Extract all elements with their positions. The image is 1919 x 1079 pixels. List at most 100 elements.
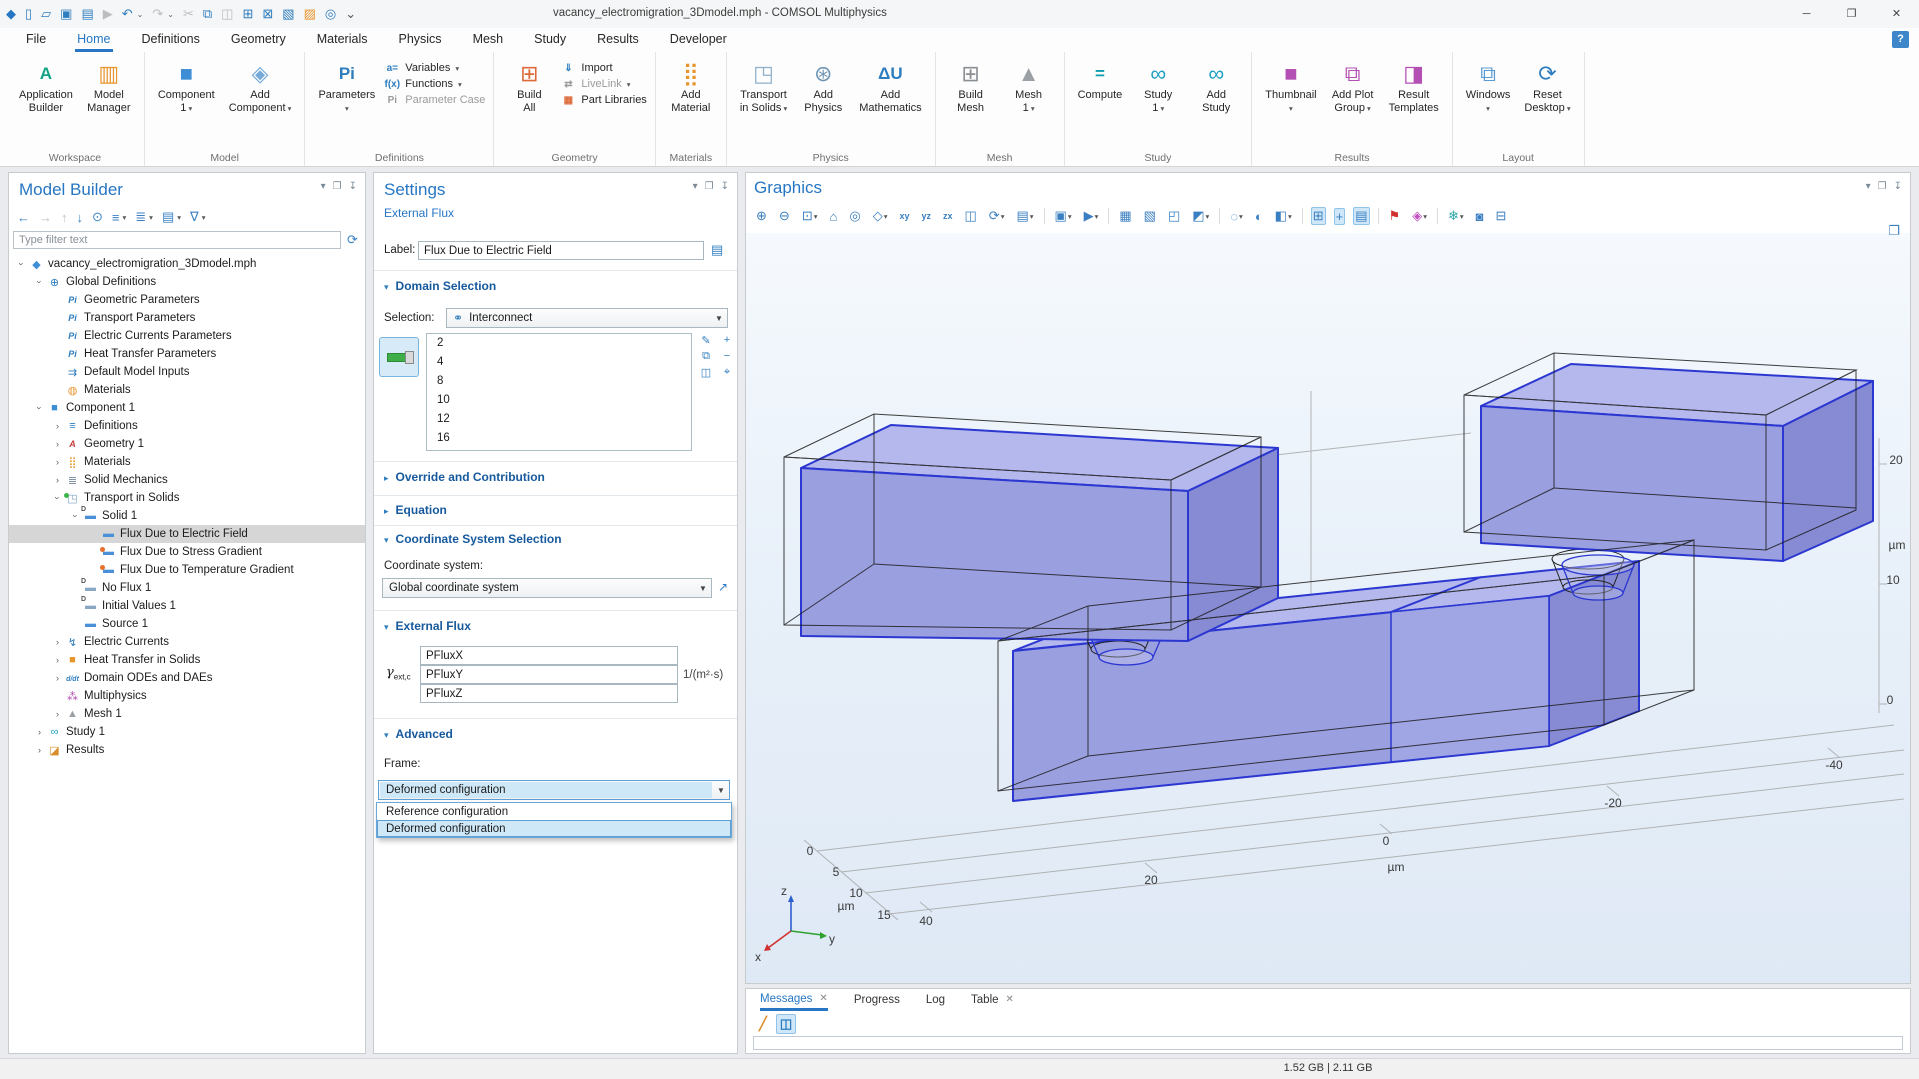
section-coordinate-system[interactable]: ▾Coordinate System Selection <box>384 532 562 546</box>
panel-menu-icon[interactable]: ▾ <box>1866 181 1871 192</box>
graphics-3d-scene[interactable]: 40200-20-4005101520100µmµmµmzxy <box>746 173 1910 983</box>
grid-toggle-icon[interactable]: ⊞ <box>1311 207 1326 225</box>
panel-float-icon[interactable]: ❐ <box>705 181 714 192</box>
axes-toggle-icon[interactable]: + <box>1334 208 1346 225</box>
tree-item[interactable]: ▬Source 1 <box>9 615 365 633</box>
livelink-button[interactable]: ⇄LiveLink▾ <box>560 78 646 90</box>
clipping-icon[interactable]: ◧▾ <box>1273 207 1294 225</box>
go-to-default-view-icon[interactable]: ⌂ <box>827 208 839 225</box>
variables-button[interactable]: a=Variables▾ <box>384 62 485 74</box>
view-orientation-icon[interactable]: ◇▾ <box>871 207 890 225</box>
panel-menu-icon[interactable]: ▾ <box>693 181 698 192</box>
qat-customize-icon[interactable]: ⌄ <box>345 0 356 28</box>
section-domain-selection[interactable]: ▾Domain Selection <box>384 279 496 293</box>
menu-tab-geometry[interactable]: Geometry <box>229 28 288 52</box>
xy-view-icon[interactable]: xy <box>897 210 911 222</box>
import-button[interactable]: ⇓Import <box>560 62 646 74</box>
tree-item[interactable]: PiHeat Transfer Parameters <box>9 345 365 363</box>
run-icon[interactable]: ▶ <box>103 0 113 28</box>
tree-expander-icon[interactable]: › <box>33 727 46 737</box>
domain-selection-list[interactable]: 248101216 <box>426 333 692 451</box>
scale-toggle-icon[interactable]: ▤ <box>1353 207 1369 225</box>
tree-expander-icon[interactable]: › <box>51 439 64 449</box>
compute-button[interactable]: =Compute <box>1073 56 1128 150</box>
select-box-icon[interactable]: ▧ <box>282 0 294 28</box>
tree-item[interactable]: ›■Heat Transfer in Solids <box>9 651 365 669</box>
help-button[interactable]: ? <box>1892 31 1909 48</box>
tree-expander-icon[interactable]: › <box>51 637 64 647</box>
build-mesh-button[interactable]: ⊞BuildMesh <box>944 56 998 150</box>
menu-tab-physics[interactable]: Physics <box>396 28 443 52</box>
tree-item[interactable]: ›↯Electric Currents <box>9 633 365 651</box>
go-to-view-icon[interactable]: ◫ <box>963 207 979 225</box>
mesh-1-button[interactable]: ▲Mesh1 ▾ <box>1002 56 1056 150</box>
copy-icon[interactable]: ⧉ <box>203 0 212 28</box>
active-selection-toggle[interactable] <box>379 337 419 377</box>
camera-icon[interactable]: ◙ <box>1474 208 1486 225</box>
node-grouping-icon[interactable]: ▤ <box>162 209 174 225</box>
tree-expander-icon[interactable]: › <box>51 655 64 665</box>
add-component-button[interactable]: ◈AddComponent ▾ <box>224 56 297 150</box>
messages-log-area[interactable] <box>753 1036 1903 1050</box>
reset-desktop-button[interactable]: ⟳ResetDesktop ▾ <box>1519 56 1575 150</box>
tree-expander-icon[interactable]: › <box>51 709 64 719</box>
tree-item[interactable]: ›∞Study 1 <box>9 723 365 741</box>
section-advanced[interactable]: ▾Advanced <box>384 727 453 741</box>
animation-icon[interactable]: ▶▾ <box>1082 207 1101 225</box>
cut-icon[interactable]: ✂ <box>183 0 194 28</box>
panel-pin-icon[interactable]: ↧ <box>721 181 729 192</box>
component-1-button[interactable]: ■Component1 ▾ <box>153 56 220 150</box>
frame-combobox[interactable]: Deformed configuration ▼ <box>378 780 730 800</box>
move-up-icon[interactable]: ↑ <box>61 210 68 225</box>
tree-item[interactable]: ›◪Results <box>9 741 365 759</box>
app-icon[interactable]: ◆ <box>6 0 16 28</box>
section-equation[interactable]: ▸Equation <box>384 503 447 517</box>
tree-item[interactable]: ▬DNo Flux 1 <box>9 579 365 597</box>
zoom-box-mode-icon[interactable]: ◰ <box>1166 207 1182 225</box>
show-icon[interactable]: ⊙ <box>92 209 103 225</box>
image-snapshot-icon[interactable]: ▣▾ <box>1053 207 1074 225</box>
deselect-mode-icon[interactable]: ▧ <box>1142 207 1158 225</box>
tab-table[interactable]: Table✕ <box>971 989 1014 1011</box>
collapse-all-icon[interactable]: ≡ <box>112 210 120 225</box>
selection-combobox[interactable]: ⚭ Interconnect ▼ <box>446 308 728 328</box>
frame-option[interactable]: Deformed configuration <box>377 820 731 837</box>
tree-item[interactable]: PiGeometric Parameters <box>9 291 365 309</box>
tree-expander-icon[interactable]: › <box>51 475 64 485</box>
tree-item[interactable]: ▬DInitial Values 1 <box>9 597 365 615</box>
study-1-button[interactable]: ∞Study1 ▾ <box>1131 56 1185 150</box>
clear-selection-icon[interactable]: ▨ <box>304 0 316 28</box>
nav-forward-icon[interactable]: → <box>39 210 52 225</box>
thumbnail-button[interactable]: ■Thumbnail ▾ <box>1260 56 1321 150</box>
redo-icon[interactable]: ↷ <box>152 0 163 28</box>
tree-item[interactable]: ›≡Definitions <box>9 417 365 435</box>
duplicate-icon[interactable]: ⊞ <box>242 0 253 28</box>
maximize-button[interactable]: ❐ <box>1829 0 1874 28</box>
panel-float-icon[interactable]: ❐ <box>1878 181 1887 192</box>
build-all-button[interactable]: ⊞BuildAll <box>502 56 556 150</box>
tree-item[interactable]: ›d/dtDomain ODEs and DAEs <box>9 669 365 687</box>
tree-item[interactable]: ▬Flux Due to Electric Field <box>9 525 365 543</box>
selection-color-icon[interactable]: ⚑ <box>1387 207 1403 225</box>
clear-messages-icon[interactable]: ╱ <box>756 1015 770 1033</box>
material-color-icon[interactable]: ◈▾ <box>1410 207 1429 225</box>
zoom-in-icon[interactable]: ⊕ <box>754 207 769 225</box>
minimize-button[interactable]: ─ <box>1784 0 1829 28</box>
menu-tab-developer[interactable]: Developer <box>668 28 729 52</box>
transport-in-solids-button[interactable]: ◳Transportin Solids ▾ <box>735 56 792 150</box>
tab-log[interactable]: Log <box>926 989 945 1011</box>
tab-messages[interactable]: Messages✕ <box>760 989 828 1011</box>
add-to-selection-icon[interactable]: + <box>718 334 736 347</box>
tree-expander-icon[interactable]: › <box>51 457 64 467</box>
tree-item[interactable]: ›◳Transport in Solids <box>9 489 365 507</box>
close-button[interactable]: ✕ <box>1874 0 1919 28</box>
tree-item[interactable]: ⁂Multiphysics <box>9 687 365 705</box>
panel-float-icon[interactable]: ❐ <box>333 181 342 192</box>
application-builder-button[interactable]: AApplicationBuilder <box>14 56 78 150</box>
tree-item[interactable]: ›⊕Global Definitions <box>9 273 365 291</box>
copy-selection-icon[interactable]: ⧉ <box>697 350 715 363</box>
zoom-extents-icon[interactable]: ⊡▾ <box>800 207 820 225</box>
panel-menu-icon[interactable]: ▾ <box>321 181 326 192</box>
tree-expander-icon[interactable]: › <box>33 403 46 413</box>
result-templates-button[interactable]: ◨ResultTemplates <box>1384 56 1444 150</box>
